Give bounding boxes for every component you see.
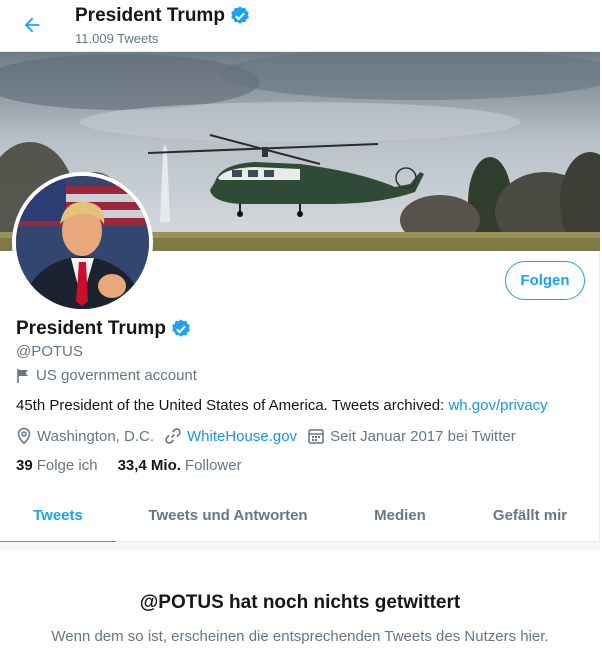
- tab-tweets-and-replies[interactable]: Tweets und Antworten: [116, 489, 340, 542]
- account-label: US government account: [36, 367, 197, 384]
- avatar-image: [16, 176, 149, 309]
- followers-stat[interactable]: 33,4 Mio. Follower: [118, 457, 242, 474]
- profile-header: President Trump 11.009 Tweets: [0, 0, 600, 52]
- following-count: 39: [16, 457, 33, 474]
- empty-state-title: @POTUS hat noch nichts getwittert: [139, 592, 461, 613]
- back-button[interactable]: [16, 9, 48, 41]
- profile-column: President Trump 11.009 Tweets Folgen Pre…: [0, 0, 600, 659]
- profile-avatar[interactable]: [12, 172, 153, 313]
- tab-media[interactable]: Medien: [340, 489, 460, 542]
- empty-state-subtitle: Wenn dem so ist, erscheinen die entsprec…: [51, 628, 549, 645]
- header-tweet-count: 11.009 Tweets: [75, 31, 159, 46]
- flag-icon: [16, 368, 30, 384]
- profile-bio: 45th President of the United States of A…: [16, 397, 548, 414]
- timeline-area: @POTUS hat noch nichts getwittert Wenn d…: [0, 542, 600, 659]
- tab-tweets[interactable]: Tweets: [0, 489, 116, 543]
- followers-label: Follower: [184, 457, 242, 474]
- calendar-icon: [307, 427, 325, 445]
- followers-count: 33,4 Mio.: [117, 457, 181, 474]
- joined-item: Seit Januar 2017 bei Twitter: [307, 427, 516, 445]
- location-item: Washington, D.C.: [16, 427, 154, 445]
- profile-name-row: President Trump: [16, 318, 192, 340]
- profile-name: President Trump: [16, 318, 166, 339]
- tab-likes[interactable]: Gefällt mir: [460, 489, 600, 542]
- empty-state: @POTUS hat noch nichts getwittert Wenn d…: [0, 550, 600, 659]
- bio-text: 45th President of the United States of A…: [16, 397, 449, 414]
- account-label-row: US government account: [16, 367, 197, 384]
- website-item: WhiteHouse.gov: [164, 427, 297, 445]
- arrow-left-icon: [21, 14, 43, 36]
- following-label: Folge ich: [36, 457, 98, 474]
- joined-text: Seit Januar 2017 bei Twitter: [330, 427, 516, 445]
- location-pin-icon: [16, 427, 32, 445]
- link-icon: [164, 427, 182, 445]
- profile-meta-row: Washington, D.C. WhiteHouse.gov Seit Jan…: [16, 427, 526, 445]
- verified-badge-icon: [170, 318, 192, 340]
- verified-badge-icon: [229, 5, 251, 27]
- location-text: Washington, D.C.: [37, 427, 154, 445]
- bio-link[interactable]: wh.gov/privacy: [448, 397, 547, 414]
- profile-stats: 39 Folge ich 33,4 Mio. Follower: [16, 457, 262, 474]
- profile-handle: @POTUS: [16, 343, 83, 360]
- follow-button[interactable]: Folgen: [505, 261, 585, 300]
- website-link[interactable]: WhiteHouse.gov: [187, 428, 297, 445]
- header-title-row: President Trump: [75, 5, 251, 27]
- following-stat[interactable]: 39 Folge ich: [16, 457, 98, 474]
- profile-tabs: Tweets Tweets und Antworten Medien Gefäl…: [0, 489, 600, 543]
- header-name: President Trump: [75, 5, 225, 26]
